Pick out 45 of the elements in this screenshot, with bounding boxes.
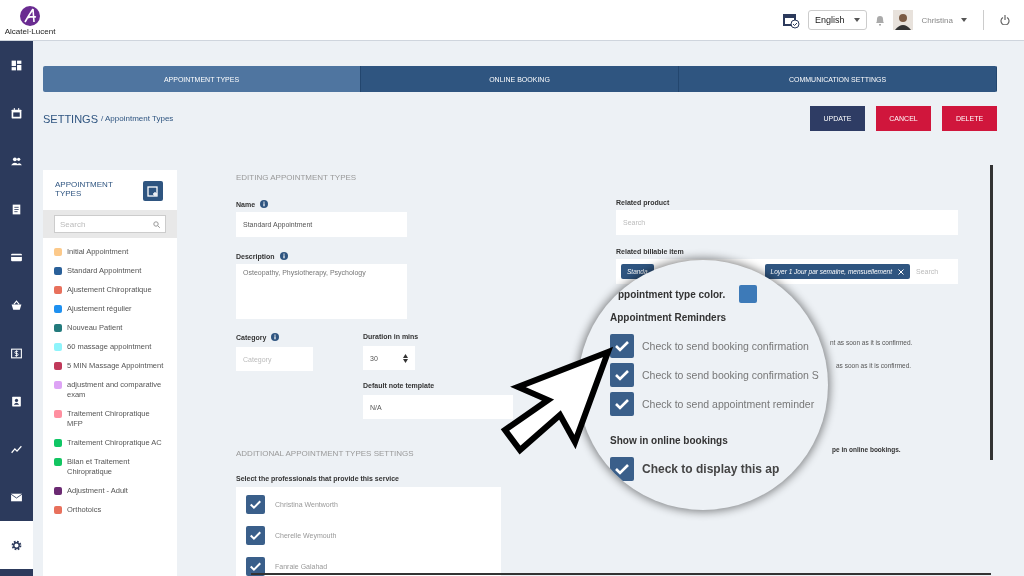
user-name[interactable]: Christina (921, 15, 953, 25)
checkbox[interactable] (610, 362, 634, 387)
section-heading: Show in online bookings (610, 435, 729, 446)
checkbox-label: Check to send appointment reminder (642, 397, 815, 410)
checkbox[interactable] (610, 456, 634, 481)
calendar-icon[interactable] (781, 11, 800, 29)
checkbox-label: Check to display this ap (642, 461, 780, 476)
section-heading: Appointment Reminders (610, 312, 728, 323)
spinner-icon[interactable] (403, 353, 408, 363)
breadcrumb-root[interactable]: SETTINGS (43, 112, 98, 125)
dollar-icon (10, 346, 23, 360)
section-heading: ADDITIONAL APPOINTMENT TYPES SETTINGS (236, 449, 415, 458)
checkbox-label: Check to send booking confirmation S (642, 368, 819, 381)
calendar-icon (10, 106, 23, 120)
search-icon (153, 220, 160, 228)
dashboard-icon (10, 58, 23, 72)
info-icon[interactable] (260, 200, 269, 208)
language-select[interactable]: English (807, 10, 868, 30)
notes-icon (10, 202, 23, 216)
nav-item[interactable] (0, 521, 33, 569)
checkbox[interactable] (246, 557, 265, 576)
checkbox[interactable] (246, 495, 265, 514)
logo-icon (19, 4, 41, 27)
add-button[interactable] (143, 181, 163, 201)
contact-icon (10, 394, 23, 408)
checkbox-label: Check to send booking confirmation (642, 339, 809, 352)
basket-icon (10, 298, 23, 312)
close-icon[interactable] (898, 268, 904, 275)
settings-icon (10, 538, 23, 552)
scrollbar[interactable] (251, 573, 991, 575)
panel-title: APPOINTMENT TYPES (55, 181, 114, 199)
section-heading: EDITING APPOINTMENT TYPES (236, 173, 358, 182)
checkbox[interactable] (610, 333, 634, 358)
breadcrumb-current: / Appointment Types (101, 114, 174, 123)
caret-icon[interactable] (961, 18, 967, 22)
checkbox[interactable] (246, 526, 265, 545)
power-icon[interactable] (1000, 15, 1010, 25)
info-icon[interactable] (279, 252, 288, 260)
avatar[interactable] (893, 10, 914, 30)
logo-text: Alcatel·Lucent (4, 26, 56, 36)
info-icon[interactable] (271, 333, 280, 341)
checkbox[interactable] (610, 391, 634, 416)
color-swatch[interactable] (739, 285, 758, 303)
scrollbar[interactable] (990, 165, 993, 460)
field-label: ppointment type color. (618, 288, 726, 300)
